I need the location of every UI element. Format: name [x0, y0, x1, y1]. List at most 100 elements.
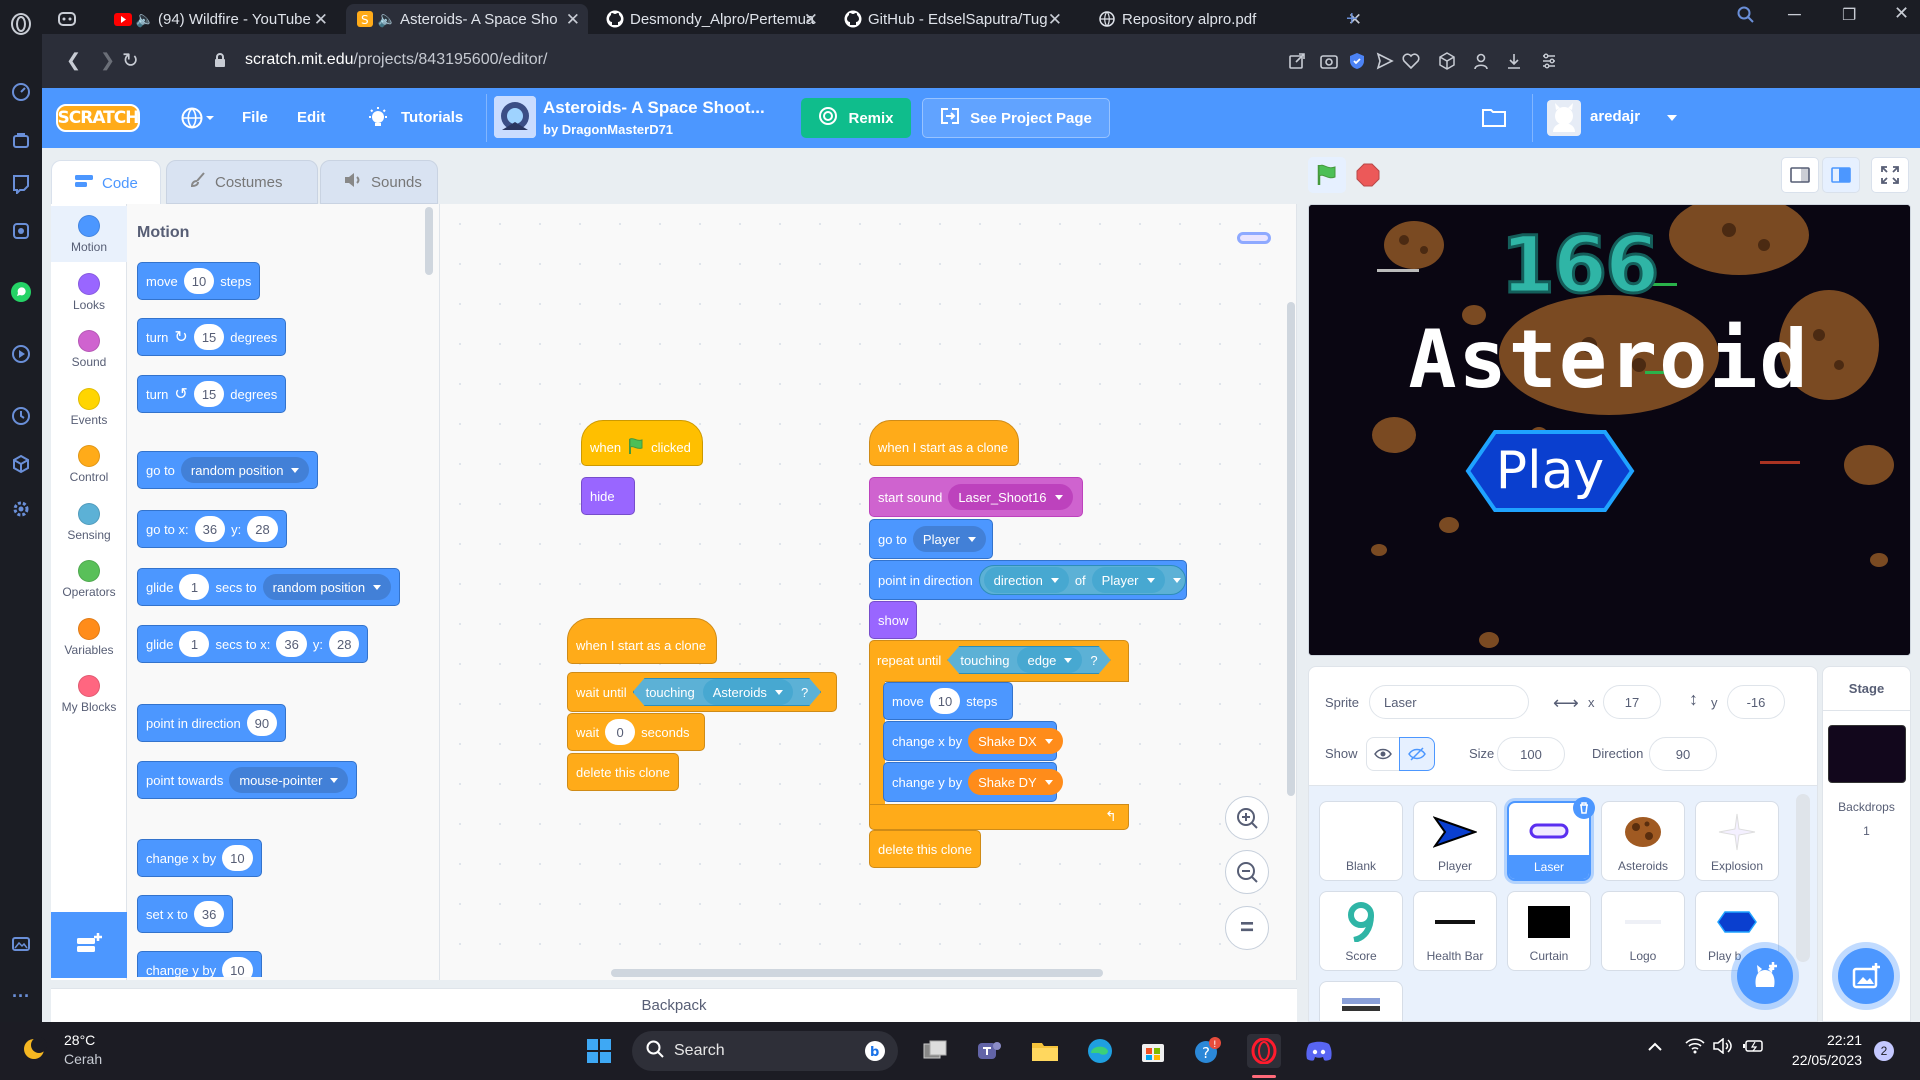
minimize-button[interactable]: ─	[1788, 4, 1801, 25]
sprite-tile-asteroids[interactable]: Asteroids	[1601, 801, 1685, 881]
tutorials-menu[interactable]: Tutorials	[401, 109, 463, 126]
close-icon[interactable]: ✕	[804, 10, 818, 30]
opera-taskbar-icon[interactable]	[1247, 1034, 1281, 1068]
block-input[interactable]: 15	[193, 381, 225, 407]
stop-button[interactable]	[1349, 157, 1387, 193]
taskbar-search[interactable]: Search b	[632, 1031, 898, 1071]
block-change-y[interactable]: change y by 10	[137, 951, 262, 977]
block-go-to-xy[interactable]: go to x: 36 y: 28	[137, 510, 287, 548]
restore-button[interactable]: ❐	[1842, 5, 1856, 25]
x-input[interactable]: 17	[1603, 685, 1661, 719]
boolean-touching[interactable]: touching Asteroids?	[633, 678, 822, 706]
whatsapp-icon[interactable]	[9, 280, 33, 304]
weather-temp[interactable]: 28°C	[64, 1032, 95, 1048]
file-menu[interactable]: File	[242, 109, 268, 126]
script-horizontal-scrollbar[interactable]	[611, 969, 1103, 977]
forward-icon[interactable]: ❯	[100, 50, 115, 71]
edge-icon[interactable]	[1083, 1034, 1117, 1068]
language-globe-icon[interactable]	[181, 107, 215, 132]
category-operators[interactable]: Operators	[51, 551, 127, 607]
block-turn-left[interactable]: turn ↺ 15 degrees	[137, 375, 287, 413]
sprite-tile-explosion[interactable]: Explosion	[1695, 801, 1779, 881]
search-tabs-icon[interactable]	[1737, 6, 1755, 27]
boolean-touching[interactable]: touching edge?	[947, 646, 1110, 674]
block-dropdown[interactable]: Player	[1091, 567, 1165, 593]
block-when-clone-start[interactable]: when I start as a clone	[869, 420, 1019, 466]
tab-youtube[interactable]: 🔈 (94) Wildfire - YouTube ✕	[104, 4, 336, 34]
history-icon[interactable]	[9, 404, 33, 428]
tab-pdf[interactable]: Repository alpro.pdf ✕	[1088, 4, 1370, 34]
easy-setup-icon[interactable]	[1540, 52, 1558, 70]
cube-icon[interactable]	[9, 452, 33, 476]
category-sensing[interactable]: Sensing	[51, 494, 127, 550]
category-control[interactable]: Control	[51, 436, 127, 492]
block-delete-clone[interactable]: delete this clone	[567, 753, 679, 791]
teams-icon[interactable]	[972, 1034, 1006, 1068]
size-input[interactable]: 100	[1497, 737, 1565, 771]
block-input[interactable]: 1	[179, 631, 210, 657]
category-sound[interactable]: Sound	[51, 321, 127, 377]
block-turn-right[interactable]: turn ↻ 15 degrees	[137, 318, 287, 356]
sprite-tile-health-bar[interactable]: Health Bar	[1413, 891, 1497, 971]
new-tab-button[interactable]: +	[1342, 4, 1372, 34]
url-field[interactable]: scratch.mit.edu/projects/843195600/edito…	[245, 51, 547, 69]
category-my-blocks[interactable]: My Blocks	[51, 666, 127, 722]
block-point-direction[interactable]: point in direction 90	[137, 704, 287, 742]
close-icon[interactable]: ✕	[314, 10, 328, 30]
shield-icon[interactable]	[1348, 52, 1366, 70]
block-wait-seconds[interactable]: wait 0 seconds	[567, 713, 705, 751]
chevron-down-icon[interactable]	[1667, 115, 1677, 121]
block-change-x[interactable]: change x by 10	[137, 839, 262, 877]
sprite-name-input[interactable]: Laser	[1369, 685, 1529, 719]
file-explorer-icon[interactable]	[1028, 1034, 1062, 1068]
tab-menu-icon[interactable]	[52, 4, 82, 34]
add-extension-button[interactable]	[51, 912, 127, 978]
fullscreen-button[interactable]	[1871, 157, 1909, 193]
block-when-flag-clicked[interactable]: when clicked	[581, 420, 703, 466]
tab-scratch[interactable]: S 🔈 Asteroids- A Space Sho ✕	[346, 4, 588, 34]
category-looks[interactable]: Looks	[51, 264, 127, 320]
send-icon[interactable]	[1376, 52, 1394, 70]
show-hidden-button[interactable]	[1399, 737, 1435, 771]
profile-icon[interactable]	[1472, 52, 1490, 70]
windows-start-icon[interactable]	[582, 1034, 616, 1068]
sprite-tile-blank[interactable]: Blank	[1319, 801, 1403, 881]
y-input[interactable]: -16	[1727, 685, 1785, 719]
block-dropdown[interactable]: edge	[1017, 647, 1082, 673]
palette-scrollbar[interactable]	[425, 207, 433, 275]
block-delete-clone[interactable]: delete this clone	[869, 830, 981, 868]
clock-time[interactable]: 22:21	[1780, 1032, 1862, 1048]
my-stuff-folder-icon[interactable]	[1481, 106, 1507, 131]
opera-icon[interactable]	[9, 12, 33, 36]
reload-icon[interactable]: ↻	[122, 48, 139, 73]
block-input[interactable]: 36	[194, 516, 226, 542]
block-change-y[interactable]: change y by Shake DY	[883, 762, 1063, 802]
show-visible-button[interactable]	[1366, 737, 1400, 771]
block-start-sound[interactable]: start sound Laser_Shoot16	[869, 477, 1083, 517]
tab-costumes[interactable]: Costumes	[166, 160, 318, 204]
small-stage-button[interactable]	[1781, 157, 1819, 193]
block-input[interactable]: 28	[328, 631, 360, 657]
add-backdrop-button[interactable]	[1838, 948, 1894, 1004]
block-input[interactable]: 10	[183, 268, 215, 294]
twitch-icon[interactable]	[9, 172, 33, 196]
bag-icon[interactable]	[9, 128, 33, 152]
block-input[interactable]: 1	[179, 574, 210, 600]
sprite-tile-curtain[interactable]: Curtain	[1507, 891, 1591, 971]
player-icon[interactable]	[9, 342, 33, 366]
camera-icon[interactable]	[1320, 52, 1338, 70]
block-when-clone-start[interactable]: when I start as a clone	[567, 618, 717, 664]
block-go-to-random[interactable]: go to random position	[137, 451, 319, 489]
block-point-in-direction[interactable]: point in direction direction of Player	[869, 560, 1187, 600]
block-dropdown[interactable]: Laser_Shoot16	[948, 484, 1073, 510]
add-sprite-button[interactable]	[1737, 948, 1793, 1004]
block-input[interactable]: 10	[222, 845, 253, 871]
category-motion[interactable]: Motion	[51, 206, 127, 262]
discord-icon[interactable]	[1302, 1034, 1336, 1068]
zoom-out-button[interactable]	[1225, 850, 1269, 894]
variable-shake-dy[interactable]: Shake DY	[968, 769, 1063, 795]
block-move-steps[interactable]: move 10 steps	[137, 262, 261, 300]
reporter-of[interactable]: direction of Player	[978, 565, 1186, 595]
backpack[interactable]: Backpack	[51, 988, 1297, 1022]
volume-icon[interactable]	[1713, 1037, 1733, 1057]
